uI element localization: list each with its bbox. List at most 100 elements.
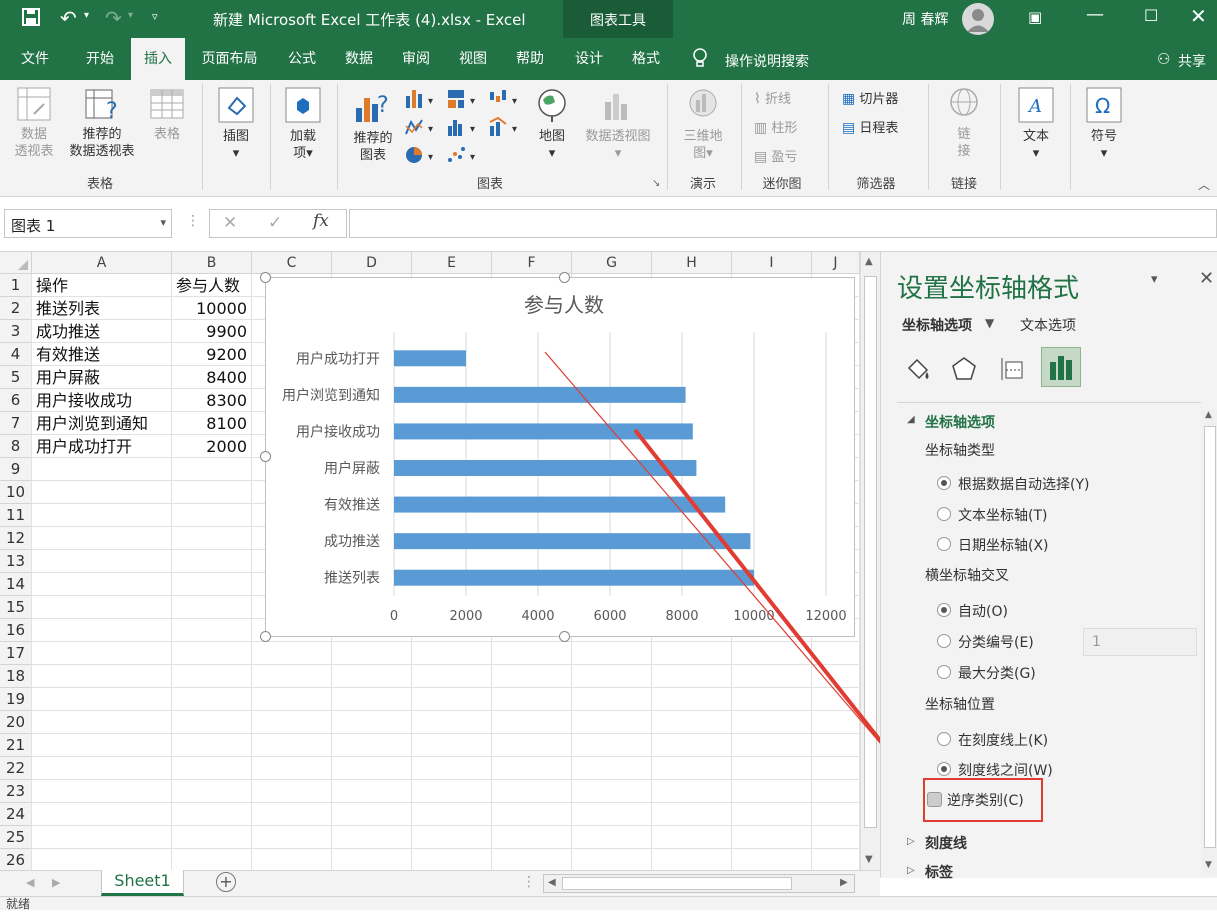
row-header[interactable]: 16: [0, 619, 32, 642]
tab-data[interactable]: 数据: [335, 38, 383, 80]
redo-icon[interactable]: ↷: [105, 6, 122, 30]
sheet-tab-sheet1[interactable]: Sheet1: [101, 870, 184, 896]
cell-col-a[interactable]: 用户接收成功: [32, 389, 172, 412]
column-header-b[interactable]: B: [172, 252, 252, 274]
customize-qat-icon[interactable]: ▿: [152, 10, 158, 23]
row-header[interactable]: 5: [0, 366, 32, 389]
cell-col-a[interactable]: 有效推送: [32, 343, 172, 366]
user-name[interactable]: 周 春辉: [902, 9, 948, 29]
row-header[interactable]: 22: [0, 757, 32, 780]
column-header-i[interactable]: I: [732, 252, 812, 274]
bar[interactable]: [394, 423, 693, 440]
ribbon-display-icon[interactable]: ▣: [1028, 8, 1042, 26]
radio-cross-category[interactable]: [937, 634, 951, 648]
tab-format[interactable]: 格式: [622, 38, 670, 80]
column-chart-button[interactable]: ▾: [404, 88, 438, 110]
row-header[interactable]: 1: [0, 274, 32, 297]
chart-resize-handle[interactable]: [260, 272, 271, 283]
radio-cross-max[interactable]: [937, 665, 951, 679]
illustrations-button[interactable]: 插图 ▾: [213, 86, 259, 162]
horizontal-scroll-thumb[interactable]: [562, 877, 792, 890]
category-label[interactable]: 用户浏览到通知: [282, 387, 380, 404]
scroll-right-icon[interactable]: ▶: [840, 877, 848, 888]
tab-help[interactable]: 帮助: [506, 38, 554, 80]
section-labels[interactable]: 标签: [925, 862, 953, 882]
row-header[interactable]: 18: [0, 665, 32, 688]
radio-between-tick-marks[interactable]: [937, 762, 951, 776]
name-box-dropdown-icon[interactable]: ▾: [160, 216, 166, 229]
axis-options-icon-tab[interactable]: [1041, 347, 1081, 387]
name-box[interactable]: 图表 1 ▾: [4, 209, 172, 238]
pivot-chart-button[interactable]: 数据透视图 ▾: [578, 86, 658, 162]
horizontal-scrollbar[interactable]: ◀ ▶: [543, 874, 855, 893]
axis-options-tab-dropdown-icon[interactable]: ▼: [985, 316, 994, 330]
column-header-a[interactable]: A: [32, 252, 172, 274]
pivot-table-button[interactable]: 数据 透视表: [10, 86, 58, 160]
x-tick-label[interactable]: 10000: [733, 609, 774, 624]
pane-options-dropdown-icon[interactable]: ▾: [1151, 272, 1158, 287]
x-tick-label[interactable]: 8000: [665, 609, 698, 624]
cell-col-a[interactable]: 成功推送: [32, 320, 172, 343]
hierarchy-chart-button[interactable]: ▾: [446, 88, 480, 110]
map-chart-button[interactable]: 地图 ▾: [530, 86, 574, 162]
cell-col-b[interactable]: 参与人数: [172, 274, 252, 297]
scroll-down-icon[interactable]: ▼: [865, 854, 873, 865]
combo-chart-button[interactable]: ▾: [488, 116, 522, 138]
cancel-icon[interactable]: ✕: [223, 213, 237, 233]
column-header-e[interactable]: E: [412, 252, 492, 274]
radio-on-tick-marks[interactable]: [937, 732, 951, 746]
category-label[interactable]: 有效推送: [324, 498, 380, 514]
addins-button[interactable]: 加载 项▾: [280, 86, 326, 162]
minimize-icon[interactable]: —: [1086, 4, 1104, 25]
option-cross-max[interactable]: 最大分类(G): [958, 663, 1036, 683]
cell-col-b[interactable]: 2000: [172, 435, 252, 458]
cell-col-b[interactable]: 10000: [172, 297, 252, 320]
option-on-tick-marks[interactable]: 在刻度线上(K): [958, 730, 1048, 750]
recommended-charts-button[interactable]: ? 推荐的 图表: [347, 86, 399, 164]
maximize-icon[interactable]: ☐: [1144, 6, 1158, 25]
vertical-scrollbar[interactable]: ▲ ▼: [860, 252, 880, 870]
symbols-button[interactable]: Ω 符号 ▾: [1080, 86, 1128, 162]
row-header[interactable]: 24: [0, 803, 32, 826]
text-button[interactable]: A 文本 ▾: [1012, 86, 1060, 162]
bar[interactable]: [394, 533, 751, 550]
bar[interactable]: [394, 460, 697, 476]
statistic-chart-button[interactable]: ▾: [446, 116, 480, 138]
row-header[interactable]: 23: [0, 780, 32, 803]
charts-dialog-launcher-icon[interactable]: ↘: [652, 178, 660, 189]
option-date-axis[interactable]: 日期坐标轴(X): [958, 535, 1049, 555]
bar[interactable]: [394, 386, 686, 403]
tick-marks-expand-icon[interactable]: ▷: [907, 836, 915, 847]
size-properties-icon[interactable]: [998, 354, 1028, 388]
link-button[interactable]: 链 接: [940, 86, 988, 160]
pane-scroll-thumb[interactable]: [1204, 426, 1216, 848]
sheet-prev-icon[interactable]: ◀: [26, 876, 34, 889]
redo-dropdown-icon[interactable]: ▾: [128, 10, 133, 21]
chart-resize-handle[interactable]: [559, 631, 570, 642]
share-icon[interactable]: ⚇: [1157, 50, 1170, 68]
category-label[interactable]: 推送列表: [324, 571, 380, 587]
category-label[interactable]: 成功推送: [324, 534, 380, 550]
category-number-input[interactable]: 1: [1083, 628, 1197, 656]
option-auto-select[interactable]: 根据数据自动选择(Y): [958, 474, 1089, 494]
cell-col-b[interactable]: 9200: [172, 343, 252, 366]
row-header[interactable]: 14: [0, 573, 32, 596]
category-label[interactable]: 用户成功打开: [296, 350, 380, 367]
column-header-g[interactable]: G: [572, 252, 652, 274]
chart-object[interactable]: 参与人数 0 2000 4000 6000 8000 10000 12000 用户成功打开 用户…: [265, 277, 855, 637]
chart-resize-handle[interactable]: [260, 631, 271, 642]
cell-col-a[interactable]: 用户浏览到通知: [32, 412, 172, 435]
row-header[interactable]: 21: [0, 734, 32, 757]
row-header[interactable]: 4: [0, 343, 32, 366]
text-options-tab[interactable]: 文本选项: [1020, 315, 1076, 335]
x-tick-label[interactable]: 2000: [449, 609, 482, 624]
option-text-axis[interactable]: 文本坐标轴(T): [958, 505, 1047, 525]
row-header[interactable]: 15: [0, 596, 32, 619]
close-icon[interactable]: ✕: [1190, 4, 1207, 28]
enter-icon[interactable]: ✓: [268, 213, 282, 233]
pane-close-icon[interactable]: ✕: [1199, 268, 1214, 289]
row-header[interactable]: 13: [0, 550, 32, 573]
sparkline-line-button[interactable]: ⌇ 折线: [754, 88, 791, 107]
insert-function-icon[interactable]: fx: [313, 211, 329, 231]
save-icon[interactable]: [22, 8, 40, 31]
